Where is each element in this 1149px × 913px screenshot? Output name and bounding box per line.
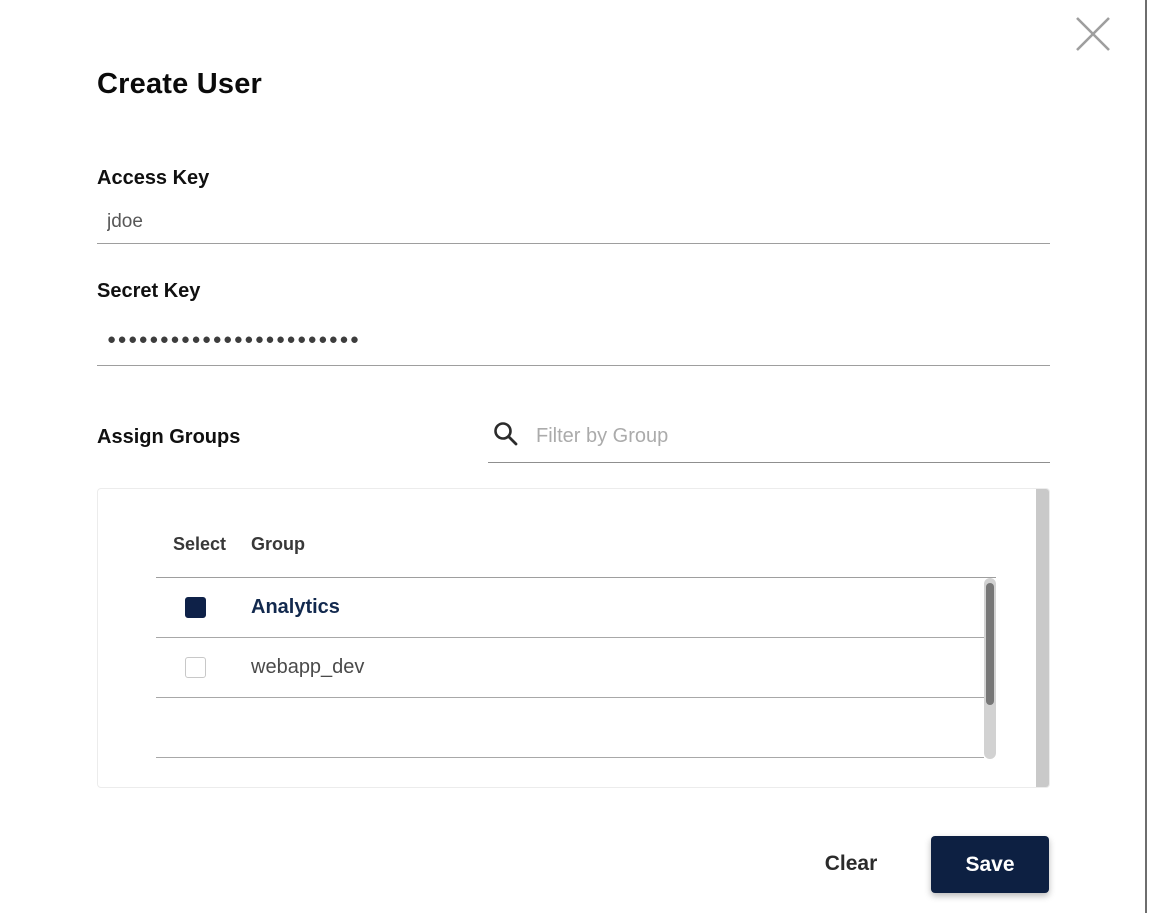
group-checkbox[interactable] bbox=[185, 597, 206, 618]
modal-content: Create User Access Key Secret Key Assign… bbox=[97, 0, 1050, 913]
group-name: webapp_dev bbox=[251, 656, 365, 678]
table-scrollbar[interactable] bbox=[984, 578, 996, 759]
window-edge bbox=[1145, 0, 1147, 913]
groups-table: Select Group Analytics webapp_dev bbox=[156, 489, 996, 787]
column-header-group: Group bbox=[251, 534, 305, 554]
table-row[interactable]: webapp_dev bbox=[156, 638, 984, 698]
groups-table-container: Select Group Analytics webapp_dev bbox=[97, 488, 1050, 788]
secret-key-label: Secret Key bbox=[97, 280, 201, 302]
clear-button[interactable]: Clear bbox=[797, 843, 905, 885]
assign-groups-label: Assign Groups bbox=[97, 426, 241, 448]
group-filter-input[interactable] bbox=[519, 424, 1050, 452]
secret-key-input[interactable] bbox=[97, 322, 1050, 366]
access-key-label: Access Key bbox=[97, 167, 210, 189]
page-title: Create User bbox=[97, 68, 263, 100]
close-icon bbox=[1073, 14, 1113, 54]
close-button[interactable] bbox=[1073, 14, 1113, 54]
save-button[interactable]: Save bbox=[931, 836, 1049, 893]
search-icon bbox=[492, 420, 519, 452]
table-row[interactable]: Analytics bbox=[156, 578, 984, 638]
group-name: Analytics bbox=[251, 596, 340, 618]
container-scrollbar[interactable] bbox=[1036, 489, 1049, 787]
empty-row bbox=[156, 698, 984, 758]
groups-rows: Analytics webapp_dev bbox=[156, 578, 984, 758]
column-header-select: Select bbox=[173, 534, 227, 554]
group-checkbox[interactable] bbox=[185, 657, 206, 678]
group-filter-field bbox=[488, 414, 1050, 463]
access-key-input[interactable] bbox=[97, 208, 1050, 244]
table-scrollbar-thumb[interactable] bbox=[986, 583, 994, 705]
